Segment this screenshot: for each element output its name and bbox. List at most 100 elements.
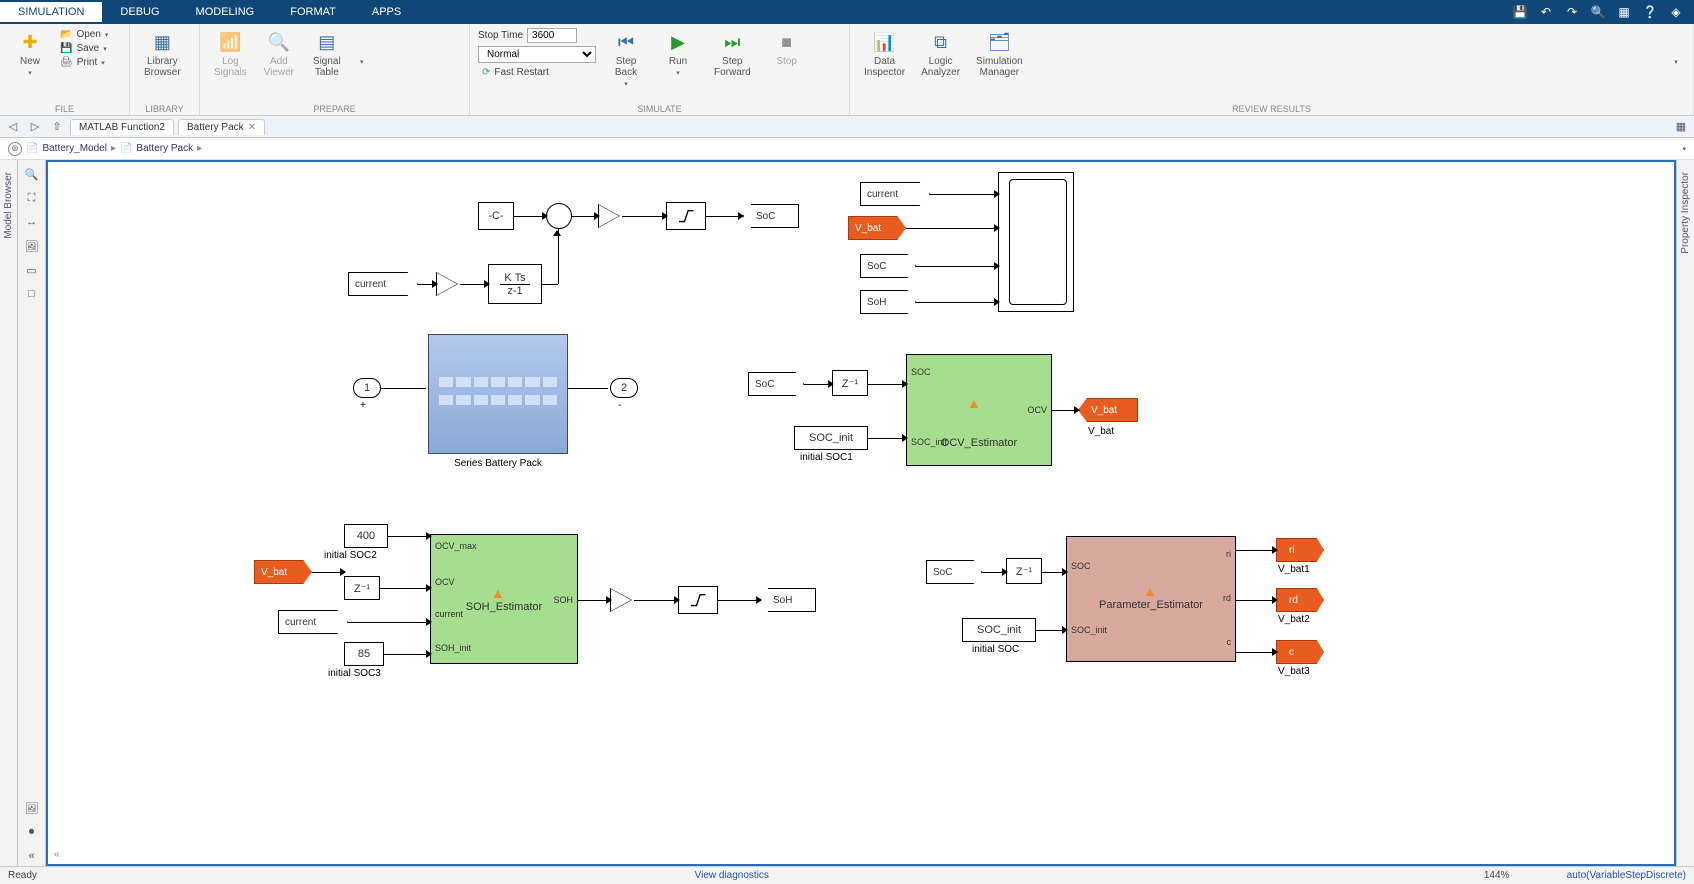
saturation-block-2[interactable] bbox=[678, 586, 718, 614]
help-icon[interactable]: ❔ bbox=[1640, 2, 1660, 22]
const-400-block[interactable]: 400 bbox=[344, 524, 388, 548]
sim-mode-select[interactable]: Normal bbox=[478, 46, 596, 63]
fit-icon[interactable]: ⛶ bbox=[22, 188, 42, 208]
close-tab-icon[interactable]: ✕ bbox=[248, 122, 256, 133]
gain-k2-block[interactable]: -K- bbox=[436, 272, 458, 296]
goto-ri[interactable]: ri bbox=[1276, 538, 1324, 562]
from-soc-scope[interactable]: SoC bbox=[860, 254, 916, 278]
goto-soc[interactable]: SoC bbox=[743, 204, 799, 228]
saturation-block-1[interactable] bbox=[666, 202, 706, 230]
solver-link[interactable]: auto(VariableStepDiscrete) bbox=[1567, 870, 1686, 881]
doc-tab-matlabfcn[interactable]: MATLAB Function2 bbox=[70, 119, 174, 135]
redo-icon[interactable]: ↷ bbox=[1562, 2, 1582, 22]
fast-restart-button[interactable]: ⟳ Fast Restart bbox=[478, 66, 596, 79]
ocv-estimator-block[interactable]: SOC SOC_init OCV OCV_Estimator bbox=[906, 354, 1052, 466]
record-icon[interactable]: ⏺ bbox=[22, 822, 42, 842]
sim-manager-button[interactable]: 🗂 Simulation Manager bbox=[970, 26, 1029, 82]
more-icon[interactable]: ◈ bbox=[1666, 2, 1686, 22]
run-button[interactable]: ▶ Run ▾ bbox=[656, 26, 700, 92]
signal-table-button[interactable]: ▤ Signal Table bbox=[305, 26, 349, 82]
open-button[interactable]: 📂Open▾ bbox=[56, 28, 112, 41]
from-soc-param[interactable]: SoC bbox=[926, 560, 982, 584]
from-current-2[interactable]: current bbox=[860, 182, 930, 206]
scope-block[interactable] bbox=[998, 172, 1074, 312]
from-current-1[interactable]: current bbox=[348, 272, 418, 296]
breadcrumb-root[interactable]: Battery_Model bbox=[42, 143, 106, 154]
from-vbat-soh[interactable]: V_bat bbox=[254, 560, 312, 584]
delay-2-block[interactable]: Z⁻¹ bbox=[344, 576, 380, 600]
nav-fwd-button[interactable]: ▷ bbox=[26, 118, 44, 136]
toggle-icon-2[interactable]: ▭ bbox=[22, 260, 42, 280]
goto-c[interactable]: c bbox=[1276, 640, 1324, 664]
library-browser-button[interactable]: ▦ Library Browser bbox=[138, 26, 187, 82]
prepare-more-button[interactable]: ▾ bbox=[353, 26, 371, 70]
const-85-block[interactable]: 85 bbox=[344, 642, 384, 666]
logic-analyzer-button[interactable]: ⧉ Logic Analyzer bbox=[915, 26, 966, 82]
breadcrumb-dropdown[interactable]: ▾ bbox=[1682, 145, 1686, 153]
soh-estimator-block[interactable]: OCV_max OCV current SOH_init SOH SOH_Est… bbox=[430, 534, 578, 664]
gain-k1-block[interactable]: -K- bbox=[598, 204, 620, 228]
ribbon-collapse-button[interactable]: ▾ bbox=[1667, 26, 1685, 70]
breadcrumb-current[interactable]: Battery Pack bbox=[136, 143, 193, 154]
toggle-icon-3[interactable]: □ bbox=[22, 284, 42, 304]
tab-simulation[interactable]: SIMULATION bbox=[0, 2, 102, 22]
find-icon[interactable]: ▦ bbox=[1614, 2, 1634, 22]
nav-back-button[interactable]: ◁ bbox=[4, 118, 22, 136]
from-vbat-scope[interactable]: V_bat bbox=[848, 216, 906, 240]
image-icon[interactable]: 🖼 bbox=[22, 798, 42, 818]
from-soh-scope[interactable]: SoH bbox=[860, 290, 916, 314]
step-forward-button[interactable]: ⏭ Step Forward bbox=[708, 26, 757, 92]
collapse-palette-icon[interactable]: « bbox=[22, 846, 42, 866]
save-icon: 💾 bbox=[60, 43, 72, 54]
discrete-integrator-block[interactable]: K Ts z-1 bbox=[488, 264, 542, 304]
parameter-estimator-block[interactable]: SOC SOC_init ri rd c Parameter_Estimator bbox=[1066, 536, 1236, 662]
tab-apps[interactable]: APPS bbox=[354, 2, 419, 22]
zoom-level[interactable]: 144% bbox=[1427, 870, 1567, 881]
zoom-tool-icon[interactable]: 🔍 bbox=[22, 164, 42, 184]
param-est-name: Parameter_Estimator bbox=[1067, 599, 1235, 611]
property-inspector-tab[interactable]: Property Inspector bbox=[1680, 164, 1691, 262]
delay-3-block[interactable]: Z⁻¹ bbox=[1006, 558, 1042, 584]
stop-time-input[interactable] bbox=[527, 28, 577, 43]
tile-icon[interactable]: ▦ bbox=[1672, 118, 1690, 136]
tab-modeling[interactable]: MODELING bbox=[178, 2, 273, 22]
gain-k3-block[interactable]: -K- bbox=[610, 588, 632, 612]
save-button[interactable]: 💾Save▾ bbox=[56, 42, 112, 55]
doc-tab-batterypack[interactable]: Battery Pack✕ bbox=[178, 119, 265, 135]
constant-c-block[interactable]: -C- bbox=[478, 202, 514, 230]
canvas-collapse-icon[interactable]: « bbox=[54, 849, 60, 860]
from-current-3[interactable]: current bbox=[278, 610, 348, 634]
stop-button[interactable]: ■ Stop bbox=[765, 26, 809, 92]
undo-icon[interactable]: ↶ bbox=[1536, 2, 1556, 22]
soh-est-name: SOH_Estimator bbox=[431, 601, 577, 613]
add-viewer-button[interactable]: 🔍 Add Viewer bbox=[257, 26, 301, 82]
goto-soh[interactable]: SoH bbox=[760, 588, 816, 612]
sum-block[interactable] bbox=[546, 203, 572, 229]
stop-icon: ■ bbox=[775, 30, 799, 54]
search-icon[interactable]: 🔍 bbox=[1588, 2, 1608, 22]
print-button[interactable]: 🖨Print▾ bbox=[56, 56, 112, 69]
goto-vbat[interactable]: V_bat bbox=[1078, 398, 1138, 422]
outport-2[interactable]: 2 bbox=[610, 378, 638, 398]
toggle-icon-1[interactable]: ↔ bbox=[22, 212, 42, 232]
battery-pack-block[interactable] bbox=[428, 334, 568, 454]
soc-init-const-1[interactable]: SOC_init bbox=[794, 426, 868, 450]
inport-1[interactable]: 1 bbox=[353, 378, 381, 398]
step-back-button[interactable]: ⏮ Step Back ▾ bbox=[604, 26, 648, 92]
tab-debug[interactable]: DEBUG bbox=[102, 2, 177, 22]
log-signals-button[interactable]: 📶 Log Signals bbox=[208, 26, 253, 82]
new-button[interactable]: ✚ New ▾ bbox=[8, 26, 52, 81]
delay-1-block[interactable]: Z⁻¹ bbox=[832, 370, 868, 396]
goto-rd[interactable]: rd bbox=[1276, 588, 1324, 612]
save-quick-icon[interactable]: 💾 bbox=[1510, 2, 1530, 22]
from-soc-ocv[interactable]: SoC bbox=[748, 372, 804, 396]
nav-up-button[interactable]: ⇧ bbox=[48, 118, 66, 136]
view-diagnostics-link[interactable]: View diagnostics bbox=[37, 870, 1427, 881]
annotation-icon[interactable]: 🖼 bbox=[22, 236, 42, 256]
data-inspector-button[interactable]: 📊 Data Inspector bbox=[858, 26, 911, 82]
tab-format[interactable]: FORMAT bbox=[272, 2, 354, 22]
model-root-icon[interactable]: ⊚ bbox=[8, 142, 22, 156]
model-browser-tab[interactable]: Model Browser bbox=[3, 164, 14, 247]
soc-init-const-2[interactable]: SOC_init bbox=[962, 618, 1036, 642]
canvas[interactable]: -C- -K- SoC current -K- K Ts z-1 bbox=[46, 160, 1676, 866]
